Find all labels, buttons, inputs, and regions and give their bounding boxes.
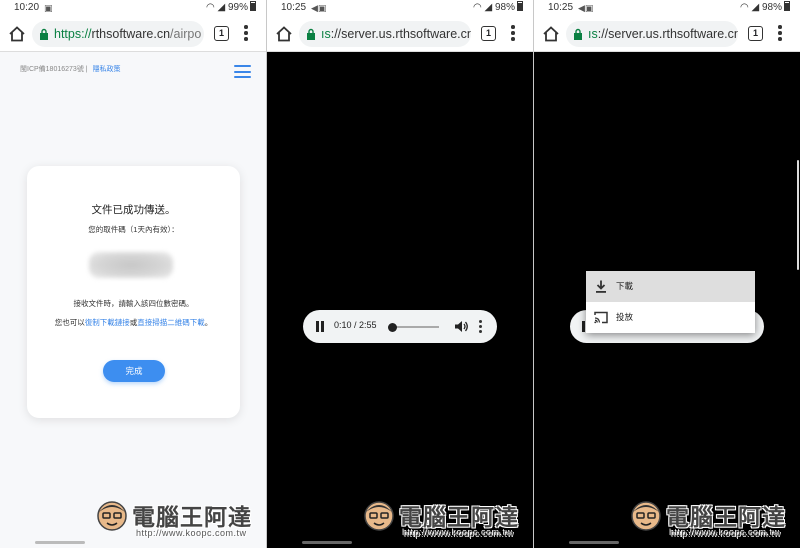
notification-icons: ◀▣ <box>578 3 594 13</box>
url-scheme: https:// <box>54 27 92 41</box>
url-host: rthsoftware.cn <box>91 27 171 41</box>
watermark-url: http://www.koopc.com.tw <box>136 528 247 538</box>
address-bar[interactable]: ıs://server.us.rthsoftware.cn <box>566 21 738 47</box>
gesture-bar <box>35 541 85 544</box>
card-title: 文件已成功傳送。 <box>91 204 176 216</box>
done-button[interactable]: 完成 <box>103 360 165 382</box>
home-icon[interactable] <box>275 25 293 43</box>
status-time: 10:25 <box>281 2 307 13</box>
status-bar: 10:20 ▣ ◠ ◢ 99% <box>0 0 266 16</box>
status-right: ◠ ◢ 98% <box>473 0 523 16</box>
address-bar[interactable]: ıs://server.us.rthsoftware.cn <box>299 21 471 47</box>
icp-number: 閩ICP備18016273號 <box>20 66 84 73</box>
menu-item-download[interactable]: 下載 <box>586 271 755 302</box>
watermark-url: http://www.koopc.com.tw <box>403 528 514 538</box>
watermark: 電腦王阿達 http://www.koopc.com.tw <box>96 498 266 540</box>
url-path: /airpo <box>170 27 202 41</box>
download-icon <box>596 280 606 293</box>
audio-player: 0:10 / 2:55 <box>303 310 497 343</box>
wifi-icon: ◠ <box>472 2 482 13</box>
gesture-bar <box>569 541 619 544</box>
menu-item-cast[interactable]: 投放 <box>586 302 755 333</box>
player-context-menu: 下載 投放 <box>586 271 755 333</box>
signal-icon: ◢ <box>484 2 493 13</box>
pause-icon[interactable] <box>316 321 324 332</box>
watermark-title: 電腦王阿達 <box>399 505 519 531</box>
overflow-menu-icon[interactable] <box>778 25 782 43</box>
watermark-mascot-icon <box>631 501 661 531</box>
lock-icon <box>40 28 48 40</box>
pickup-code-label: 您的取件碼（1天內有效）： <box>88 225 179 234</box>
tab-switcher-button[interactable]: 1 <box>748 26 763 41</box>
browser-toolbar: ıs://server.us.rthsoftware.cn 1 <box>267 16 533 52</box>
signal-icon: ◢ <box>751 2 760 13</box>
watermark-mascot-icon <box>364 501 394 531</box>
card-alternative: 您也可以復制下載鏈接或直接掃描二維碼下載。 <box>27 317 240 328</box>
scroll-edge-glow <box>797 160 799 270</box>
lock-icon <box>307 28 315 40</box>
battery-icon <box>784 1 790 11</box>
tab-switcher-button[interactable]: 1 <box>214 26 229 41</box>
address-bar[interactable]: https://rthsoftware.cn/airpo <box>32 21 204 47</box>
cast-icon <box>594 311 608 324</box>
card-instruction: 接收文件時，請輸入該四位數密碼。 <box>73 299 194 308</box>
url-host: ://server.us.rthsoftware.cn <box>597 27 738 41</box>
pickup-code-blurred <box>89 252 173 278</box>
status-right: ◠ ◢ 99% <box>206 0 256 16</box>
signal-icon: ◢ <box>217 2 226 13</box>
note-prefix: 您也可以 <box>54 318 85 327</box>
watermark: 電腦王阿達 http://www.koopc.com.tw <box>630 498 800 540</box>
wifi-icon: ◠ <box>739 2 749 13</box>
volume-icon[interactable] <box>454 320 468 333</box>
notification-icons: ◀▣ <box>311 3 327 13</box>
url-host: ://server.us.rthsoftware.cn <box>330 27 471 41</box>
watermark-mascot-icon <box>97 501 127 531</box>
menu-item-label: 投放 <box>616 312 634 322</box>
status-bar: 10:25 ◀▣ ◠ ◢ 98% <box>267 0 533 16</box>
overflow-menu-icon[interactable] <box>244 25 248 43</box>
battery-percent: 98% <box>494 2 515 13</box>
note-suffix: 。 <box>204 318 213 327</box>
player-menu-icon[interactable] <box>479 320 483 334</box>
battery-icon <box>517 1 523 11</box>
seek-track[interactable] <box>389 326 439 328</box>
copy-link[interactable]: 復制下載鏈接 <box>85 318 130 327</box>
icp-footer: 閩ICP備18016273號 | 隱私政策 <box>20 66 121 73</box>
home-icon[interactable] <box>542 25 560 43</box>
battery-percent: 99% <box>227 2 248 13</box>
status-right: ◠ ◢ 98% <box>740 0 790 16</box>
battery-percent: 98% <box>761 2 782 13</box>
status-bar: 10:25 ◀▣ ◠ ◢ 98% <box>534 0 800 16</box>
battery-icon <box>250 1 256 11</box>
hamburger-menu-icon[interactable] <box>234 65 251 78</box>
screen-file-sent: 10:20 ▣ ◠ ◢ 99% https://rthsoftware.cn/a… <box>0 0 266 548</box>
home-icon[interactable] <box>8 25 26 43</box>
gesture-bar <box>302 541 352 544</box>
wifi-icon: ◠ <box>205 2 215 13</box>
tab-switcher-button[interactable]: 1 <box>481 26 496 41</box>
pause-icon[interactable] <box>582 321 585 332</box>
lock-icon <box>574 28 582 40</box>
screen-player-menu: 10:25 ◀▣ ◠ ◢ 98% ıs://server.us.rthsoftw… <box>534 0 800 548</box>
url-scheme-fragment: ıs <box>588 27 598 41</box>
screen-audio-player: 10:25 ◀▣ ◠ ◢ 98% ıs://server.us.rthsoftw… <box>267 0 533 548</box>
overflow-menu-icon[interactable] <box>511 25 515 43</box>
watermark-title: 電腦王阿達 <box>666 505 786 531</box>
playback-time: 0:10 / 2:55 <box>334 320 377 330</box>
privacy-link[interactable]: 隱私政策 <box>93 66 121 73</box>
qr-link[interactable]: 直接掃描二維碼下載 <box>137 318 205 327</box>
browser-toolbar: ıs://server.us.rthsoftware.cn 1 <box>534 16 800 52</box>
browser-toolbar: https://rthsoftware.cn/airpo 1 <box>0 16 266 52</box>
url-scheme-fragment: ıs <box>321 27 331 41</box>
watermark-title: 電腦王阿達 <box>132 505 252 531</box>
watermark-url: http://www.koopc.com.tw <box>670 528 781 538</box>
seek-knob[interactable] <box>387 322 397 332</box>
watermark: 電腦王阿達 http://www.koopc.com.tw <box>363 498 533 540</box>
status-time: 10:25 <box>548 2 574 13</box>
notification-image-icon: ▣ <box>44 3 53 13</box>
status-time: 10:20 <box>14 2 40 13</box>
result-card: 文件已成功傳送。 您的取件碼（1天內有效）： 接收文件時，請輸入該四位數密碼。 … <box>27 166 240 418</box>
menu-item-label: 下載 <box>616 281 634 291</box>
